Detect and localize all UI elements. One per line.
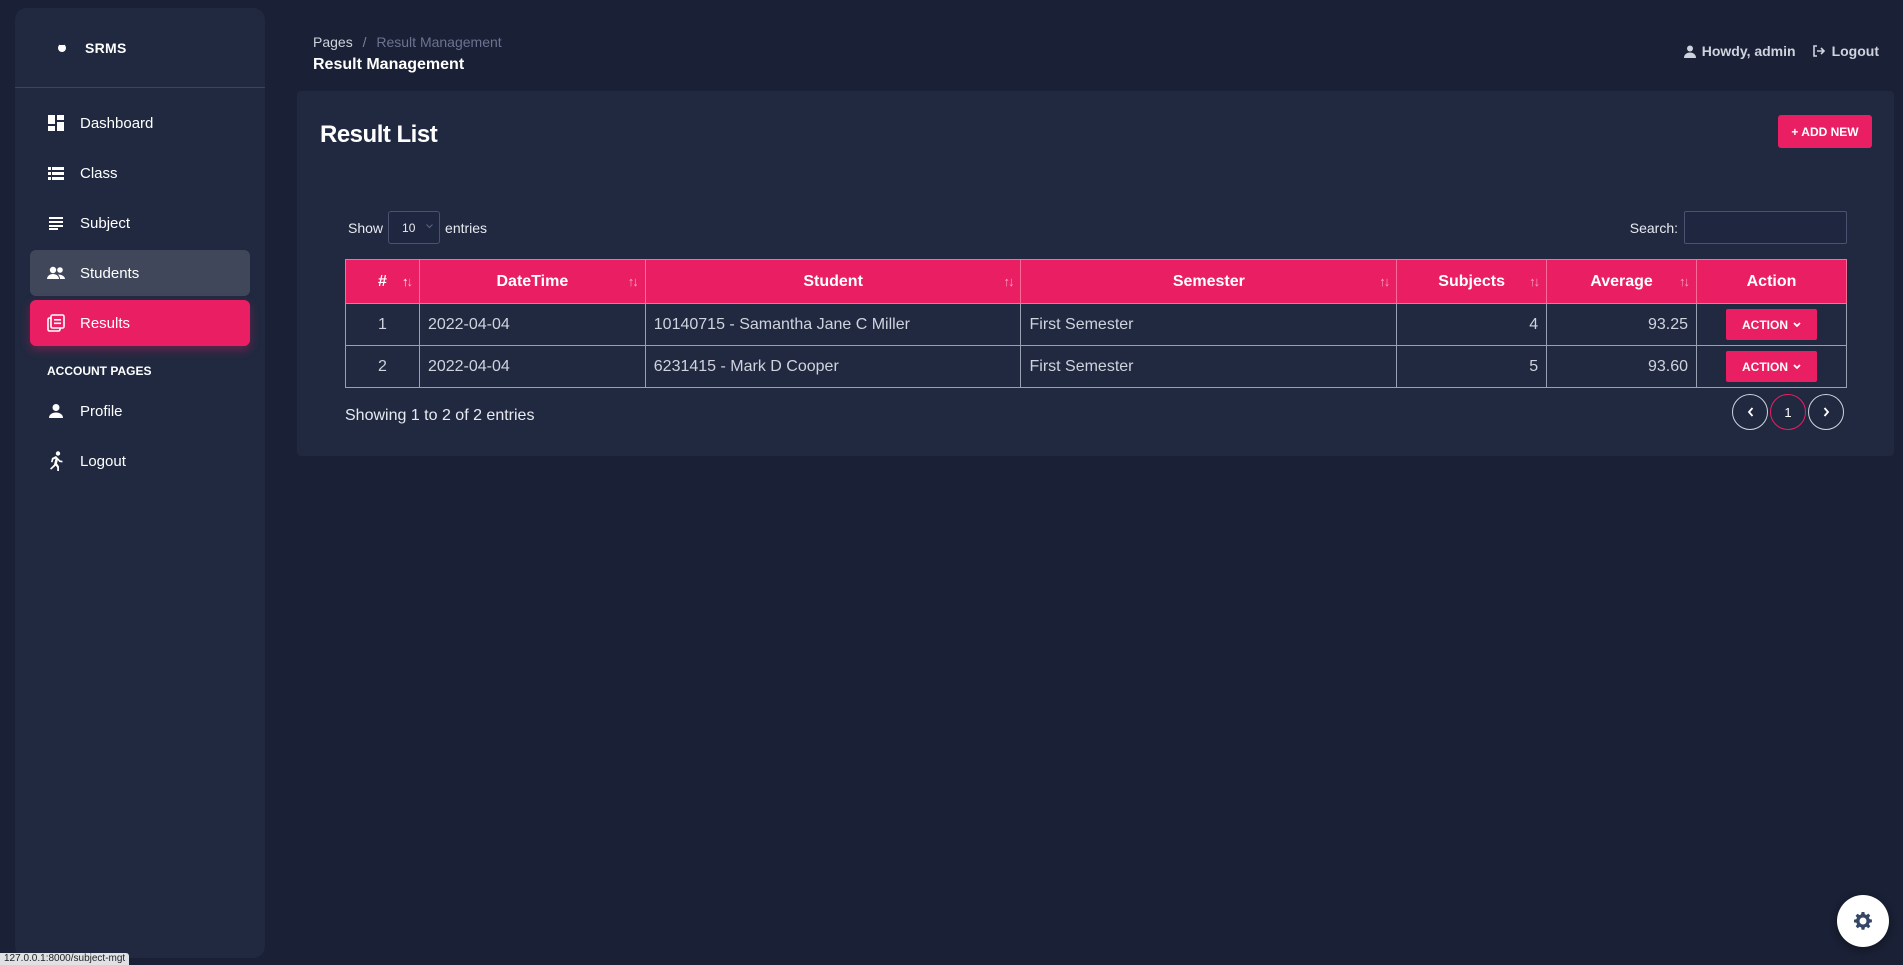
sidebar-item-label: Logout bbox=[80, 452, 126, 470]
chevron-down-icon bbox=[1793, 321, 1801, 327]
sidebar-item-label: Students bbox=[80, 264, 140, 282]
sidebar-item-profile[interactable]: Profile bbox=[30, 388, 250, 434]
sidebar: SRMS Dashboard Class Subject Students Re… bbox=[15, 8, 265, 958]
previous-page-button[interactable] bbox=[1732, 394, 1768, 430]
user-greeting-text: Howdy, admin bbox=[1701, 43, 1796, 59]
dashboard-icon bbox=[46, 113, 66, 133]
cell-datetime: 2022-04-04 bbox=[418, 303, 646, 346]
sidebar-item-dashboard[interactable]: Dashboard bbox=[30, 100, 250, 146]
cell-semester: First Semester bbox=[1020, 303, 1398, 346]
sidebar-item-label: Results bbox=[80, 314, 131, 332]
table-row: 2 2022-04-04 6231415 - Mark D Cooper Fir… bbox=[345, 345, 1847, 388]
section-title-account: ACCOUNT PAGES bbox=[47, 364, 152, 378]
entries-label: entries bbox=[445, 219, 488, 236]
sort-icon: ↑↓ bbox=[1003, 274, 1014, 289]
person-icon bbox=[46, 401, 66, 421]
browser-status-bar: 127.0.0.1:8000/subject-mgt bbox=[0, 953, 130, 965]
show-label: Show bbox=[348, 219, 384, 236]
sidebar-item-class[interactable]: Class bbox=[30, 150, 250, 196]
cell-datetime: 2022-04-04 bbox=[418, 345, 646, 388]
column-header-action: Action bbox=[1696, 259, 1847, 304]
column-header-average[interactable]: Average ↑↓ bbox=[1546, 259, 1697, 304]
people-icon bbox=[46, 263, 66, 283]
column-header-semester[interactable]: Semester ↑↓ bbox=[1020, 259, 1398, 304]
row-action-label: ACTION bbox=[1742, 317, 1788, 332]
sidebar-item-students[interactable]: Students bbox=[30, 250, 250, 296]
sidebar-item-results[interactable]: Results bbox=[30, 300, 250, 346]
chevron-down-icon bbox=[1793, 363, 1801, 369]
sort-icon: ↑↓ bbox=[401, 274, 413, 289]
sidebar-nav: Dashboard Class Subject Students Results bbox=[15, 88, 265, 484]
column-header-datetime[interactable]: DateTime ↑↓ bbox=[418, 259, 646, 304]
search-label: Search: bbox=[1629, 219, 1678, 236]
table-search: Search: bbox=[1630, 211, 1847, 244]
page-title: Result Management bbox=[313, 56, 465, 73]
gear-icon bbox=[1854, 912, 1872, 930]
table-header-row: # ↑↓ DateTime ↑↓ Student ↑↓ Semester ↑↓ … bbox=[345, 259, 1847, 304]
cell-semester: First Semester bbox=[1020, 345, 1398, 388]
cell-average: 93.60 bbox=[1546, 345, 1697, 388]
sidebar-item-logout[interactable]: Logout bbox=[30, 438, 250, 484]
sidebar-item-label: Class bbox=[80, 164, 118, 182]
cell-subjects: 5 bbox=[1396, 345, 1548, 388]
table-row: 1 2022-04-04 10140715 - Samantha Jane C … bbox=[345, 303, 1847, 346]
cell-average: 93.25 bbox=[1546, 303, 1697, 346]
sidebar-item-subject[interactable]: Subject bbox=[30, 200, 250, 246]
cell-subjects: 4 bbox=[1396, 303, 1548, 346]
brand[interactable]: SRMS bbox=[15, 8, 265, 88]
chevron-right-icon bbox=[1823, 407, 1829, 417]
sidebar-item-label: Profile bbox=[80, 402, 123, 420]
cell-num: 1 bbox=[345, 303, 420, 346]
user-icon bbox=[1683, 45, 1696, 58]
logo-icon bbox=[58, 42, 66, 52]
add-new-button[interactable]: + ADD NEW bbox=[1778, 115, 1872, 148]
next-page-button[interactable] bbox=[1808, 394, 1844, 430]
chevron-down-icon bbox=[426, 224, 433, 229]
row-action-button[interactable]: ACTION bbox=[1726, 351, 1817, 382]
page-button[interactable]: 1 bbox=[1770, 394, 1806, 430]
breadcrumb-root[interactable]: Pages bbox=[313, 34, 353, 50]
column-header-subjects[interactable]: Subjects ↑↓ bbox=[1396, 259, 1548, 304]
result-list-card: Result List + ADD NEW Show 10 entries Se… bbox=[297, 91, 1894, 456]
user-menu: Howdy, admin Logout bbox=[1668, 43, 1879, 59]
sidebar-item-label: Subject bbox=[80, 214, 131, 232]
sort-icon: ↑↓ bbox=[627, 274, 639, 289]
sidebar-item-label: Dashboard bbox=[80, 114, 154, 132]
breadcrumb-current: Result Management bbox=[376, 34, 502, 50]
cell-num: 2 bbox=[345, 345, 420, 388]
sort-icon: ↑↓ bbox=[1679, 274, 1690, 289]
search-input[interactable] bbox=[1684, 211, 1847, 244]
list-icon bbox=[46, 163, 66, 183]
table-info: Showing 1 to 2 of 2 entries bbox=[345, 407, 535, 424]
cell-student: 10140715 - Samantha Jane C Miller bbox=[644, 303, 1022, 346]
breadcrumb: Pages / Result Management bbox=[313, 34, 502, 50]
column-header-student[interactable]: Student ↑↓ bbox=[644, 259, 1022, 304]
cell-student: 6231415 - Mark D Cooper bbox=[644, 345, 1022, 388]
row-action-button[interactable]: ACTION bbox=[1726, 309, 1817, 340]
logout-link[interactable]: Logout bbox=[1812, 43, 1879, 59]
results-icon bbox=[46, 313, 66, 333]
chevron-left-icon bbox=[1747, 407, 1753, 417]
entries-select[interactable]: 10 bbox=[388, 211, 441, 244]
entries-select-value: 10 bbox=[402, 220, 416, 235]
running-icon bbox=[46, 451, 66, 471]
cell-action: ACTION bbox=[1696, 303, 1847, 346]
sort-icon: ↑↓ bbox=[1379, 274, 1390, 289]
cell-action: ACTION bbox=[1696, 345, 1847, 388]
brand-name: SRMS bbox=[85, 39, 127, 56]
row-action-label: ACTION bbox=[1742, 359, 1788, 374]
breadcrumb-separator: / bbox=[362, 34, 367, 50]
column-header-num[interactable]: # ↑↓ bbox=[345, 259, 420, 304]
settings-button[interactable] bbox=[1837, 895, 1889, 947]
user-greeting[interactable]: Howdy, admin bbox=[1683, 43, 1796, 59]
sign-out-icon bbox=[1812, 45, 1825, 57]
sort-icon: ↑↓ bbox=[1529, 274, 1540, 289]
entries-length-control: Show 10 entries bbox=[348, 211, 487, 244]
pagination: 1 bbox=[1730, 394, 1844, 430]
notes-icon bbox=[46, 213, 66, 233]
results-table: # ↑↓ DateTime ↑↓ Student ↑↓ Semester ↑↓ … bbox=[345, 259, 1847, 388]
card-title: Result List bbox=[320, 121, 438, 148]
logout-link-text: Logout bbox=[1831, 43, 1879, 59]
